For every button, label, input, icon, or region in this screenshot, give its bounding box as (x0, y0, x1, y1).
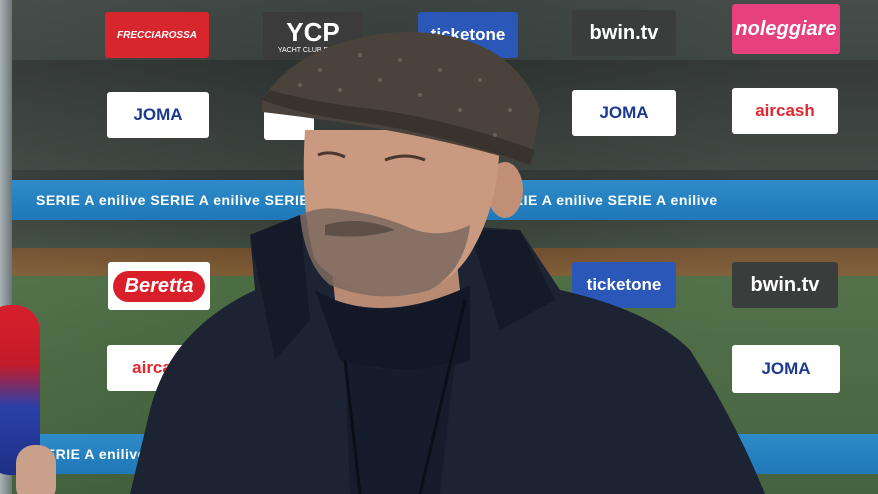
reporter-hand (16, 445, 56, 494)
shirt-front (345, 360, 455, 494)
interview-scene: FRECCIAROSSA YCP YACHT CLUB PORTO ticketo… (0, 0, 878, 494)
interviewee (130, 31, 765, 494)
